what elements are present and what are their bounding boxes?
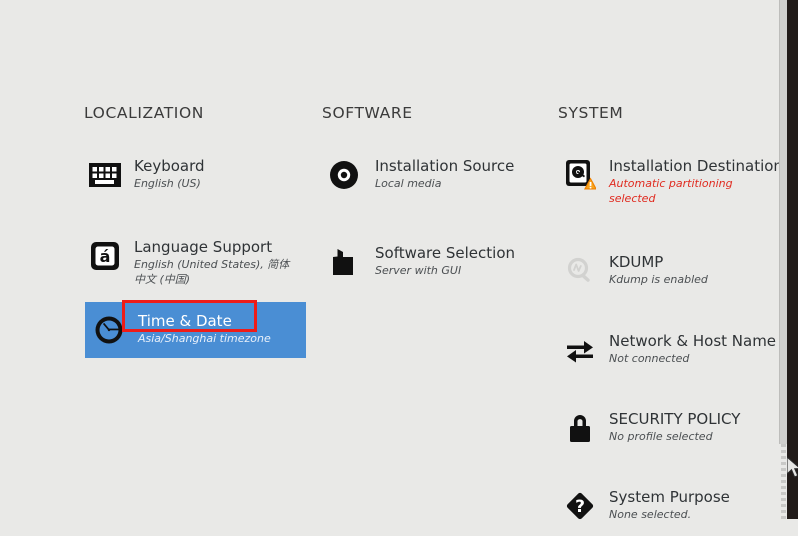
- clock-icon: [92, 313, 126, 347]
- window-right-edge: [787, 0, 798, 519]
- spoke-text: Installation Source Local media: [375, 157, 515, 192]
- spoke-subtitle: English (United States), 简体中文 (中国): [134, 258, 290, 287]
- svg-text:?: ?: [575, 497, 585, 517]
- keyboard-icon: [88, 158, 122, 192]
- spoke-title: KDUMP: [609, 252, 664, 271]
- spoke-subtitle: Local media: [375, 177, 442, 191]
- spoke-installation-destination[interactable]: Installation Destination Automatic parti…: [558, 151, 783, 214]
- column-header-localization: LOCALIZATION: [84, 104, 204, 122]
- spoke-text: System Purpose None selected.: [609, 488, 730, 523]
- spoke-time-and-date[interactable]: Time & Date Asia/Shanghai timezone: [85, 302, 306, 358]
- spoke-subtitle: Asia/Shanghai timezone: [138, 332, 271, 346]
- spoke-subtitle: No profile selected: [609, 430, 713, 444]
- question-diamond-icon: ?: [563, 489, 597, 523]
- padlock-icon: [563, 411, 597, 445]
- column-system: SYSTEM Installation Destination Automati…: [558, 104, 783, 536]
- spoke-text: Keyboard English (US): [134, 157, 205, 192]
- spoke-title: Time & Date: [138, 311, 232, 330]
- spoke-language-support[interactable]: á Language Support English (United State…: [83, 232, 305, 295]
- scrollbar-thumb[interactable]: [779, 0, 787, 444]
- spoke-text: KDUMP Kdump is enabled: [609, 252, 708, 288]
- spoke-text: Software Selection Server with GUI: [375, 244, 516, 279]
- spoke-title: Language Support: [134, 238, 273, 257]
- network-arrows-icon: [563, 333, 597, 367]
- spoke-subtitle: Kdump is enabled: [609, 273, 708, 287]
- spoke-title: Software Selection: [375, 244, 516, 263]
- spoke-title: SECURITY POLICY: [609, 410, 741, 429]
- spoke-subtitle: Not connected: [609, 352, 690, 366]
- spoke-text: Installation Destination Automatic parti…: [609, 157, 783, 207]
- spoke-subtitle: Automatic partitioning selected: [609, 177, 733, 206]
- spoke-software-selection[interactable]: Software Selection Server with GUI: [322, 238, 544, 286]
- svg-text:á: á: [100, 247, 111, 266]
- spoke-title: Network & Host Name: [609, 332, 777, 351]
- harddrive-icon: [563, 158, 597, 192]
- spoke-installation-source[interactable]: Installation Source Local media: [322, 151, 544, 199]
- spoke-title: System Purpose: [609, 488, 730, 507]
- installation-summary-screen: LOCALIZATION Keyboard English (US) á Lan…: [0, 0, 798, 521]
- spoke-network-host-name[interactable]: Network & Host Name Not connected: [558, 326, 780, 374]
- column-software: SOFTWARE Installation Source Local media: [322, 104, 552, 286]
- spoke-subtitle: English (US): [134, 177, 201, 191]
- spoke-keyboard[interactable]: Keyboard English (US): [83, 151, 305, 199]
- spoke-subtitle: Server with GUI: [375, 264, 462, 278]
- spoke-title: Installation Destination: [609, 157, 783, 175]
- column-header-system: SYSTEM: [558, 104, 624, 122]
- mouse-cursor-icon: [787, 455, 798, 481]
- spoke-system-purpose[interactable]: ? System Purpose None selected.: [558, 482, 780, 530]
- spoke-subtitle: None selected.: [609, 508, 692, 522]
- summary-columns: LOCALIZATION Keyboard English (US) á Lan…: [0, 0, 783, 521]
- spoke-title: Keyboard: [134, 157, 205, 175]
- spoke-kdump[interactable]: KDUMP Kdump is enabled: [558, 247, 780, 295]
- spoke-text: SECURITY POLICY No profile selected: [609, 410, 741, 445]
- column-header-software: SOFTWARE: [322, 104, 413, 122]
- language-icon: á: [88, 239, 122, 273]
- column-localization: LOCALIZATION Keyboard English (US) á Lan…: [84, 104, 314, 307]
- kdump-magnifier-icon: [563, 254, 597, 288]
- spoke-text: Language Support English (United States)…: [134, 238, 299, 288]
- package-icon: [327, 245, 361, 279]
- spoke-security-policy[interactable]: SECURITY POLICY No profile selected: [558, 404, 780, 452]
- spoke-title: Installation Source: [375, 157, 515, 175]
- spoke-text: Time & Date Asia/Shanghai timezone: [138, 311, 271, 347]
- spoke-text: Network & Host Name Not connected: [609, 332, 777, 367]
- disc-icon: [327, 158, 361, 192]
